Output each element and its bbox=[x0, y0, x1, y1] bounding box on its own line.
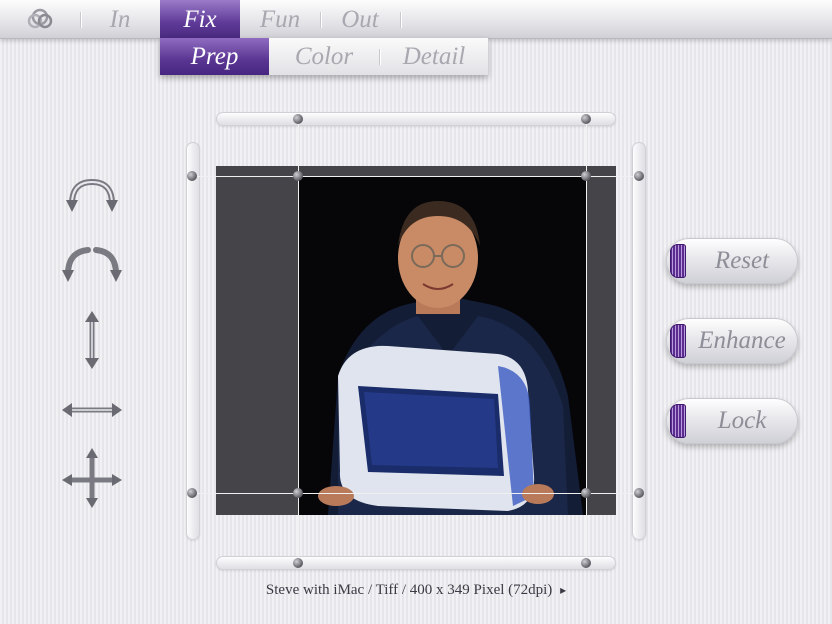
flip-horizontal-icon[interactable] bbox=[60, 378, 124, 442]
crop-handle-knob[interactable] bbox=[187, 488, 197, 498]
image-canvas[interactable] bbox=[216, 166, 616, 515]
tab-in[interactable]: In bbox=[82, 0, 158, 38]
crop-guide-right[interactable] bbox=[586, 116, 587, 566]
tab-fix[interactable]: Fix bbox=[160, 0, 240, 38]
purple-jewel-icon bbox=[670, 324, 686, 358]
crop-handle-knob[interactable] bbox=[581, 171, 591, 181]
crop-handle-knob[interactable] bbox=[581, 558, 591, 568]
purple-jewel-icon bbox=[670, 244, 686, 278]
enhance-button[interactable]: Enhance bbox=[666, 318, 798, 364]
crop-guide-top[interactable] bbox=[192, 176, 640, 177]
enhance-button-label: Enhance bbox=[698, 327, 786, 354]
photo-preview bbox=[298, 176, 586, 515]
rotate-left-right-icon[interactable] bbox=[60, 236, 124, 300]
bottom-crop-rail[interactable] bbox=[216, 556, 616, 570]
sub-menu-bar: Prep Color Detail bbox=[160, 38, 488, 75]
rotate-180-icon[interactable] bbox=[60, 164, 124, 228]
move-arrows-icon[interactable] bbox=[60, 446, 124, 510]
tab-out[interactable]: Out bbox=[322, 0, 398, 38]
crop-guide-bottom[interactable] bbox=[192, 493, 640, 494]
lock-button-label: Lock bbox=[717, 407, 767, 434]
reset-button-label: Reset bbox=[714, 247, 770, 274]
crop-handle-knob[interactable] bbox=[293, 114, 303, 124]
crop-guide-left[interactable] bbox=[298, 116, 299, 566]
image-info-text: Steve with iMac / Tiff / 400 x 349 Pixel… bbox=[265, 582, 553, 598]
right-crop-rail[interactable] bbox=[632, 142, 646, 540]
subtab-color[interactable]: Color bbox=[269, 38, 379, 75]
subtab-prep[interactable]: Prep bbox=[160, 38, 269, 75]
lock-button[interactable]: Lock bbox=[666, 398, 798, 444]
reset-button[interactable]: Reset bbox=[666, 238, 798, 284]
top-menu-bar: In Fix Fun Out bbox=[0, 0, 832, 39]
caption-arrow-icon[interactable]: ▸ bbox=[560, 583, 566, 597]
crop-handle-knob[interactable] bbox=[581, 114, 591, 124]
purple-jewel-icon bbox=[670, 404, 686, 438]
crop-handle-knob[interactable] bbox=[581, 488, 591, 498]
crop-handle-knob[interactable] bbox=[634, 171, 644, 181]
crop-handle-knob[interactable] bbox=[293, 558, 303, 568]
top-crop-rail[interactable] bbox=[216, 112, 616, 126]
left-crop-rail[interactable] bbox=[186, 142, 200, 540]
crop-handle-knob[interactable] bbox=[187, 171, 197, 181]
subtab-detail[interactable]: Detail bbox=[380, 38, 488, 75]
crop-handle-knob[interactable] bbox=[293, 171, 303, 181]
image-info-caption[interactable]: Steve with iMac / Tiff / 400 x 349 Pixel… bbox=[0, 582, 832, 599]
app-logo-icon[interactable] bbox=[26, 6, 54, 32]
crop-handle-knob[interactable] bbox=[634, 488, 644, 498]
crop-handle-knob[interactable] bbox=[293, 488, 303, 498]
flip-vertical-icon[interactable] bbox=[60, 308, 124, 372]
tab-fun[interactable]: Fun bbox=[240, 0, 320, 38]
